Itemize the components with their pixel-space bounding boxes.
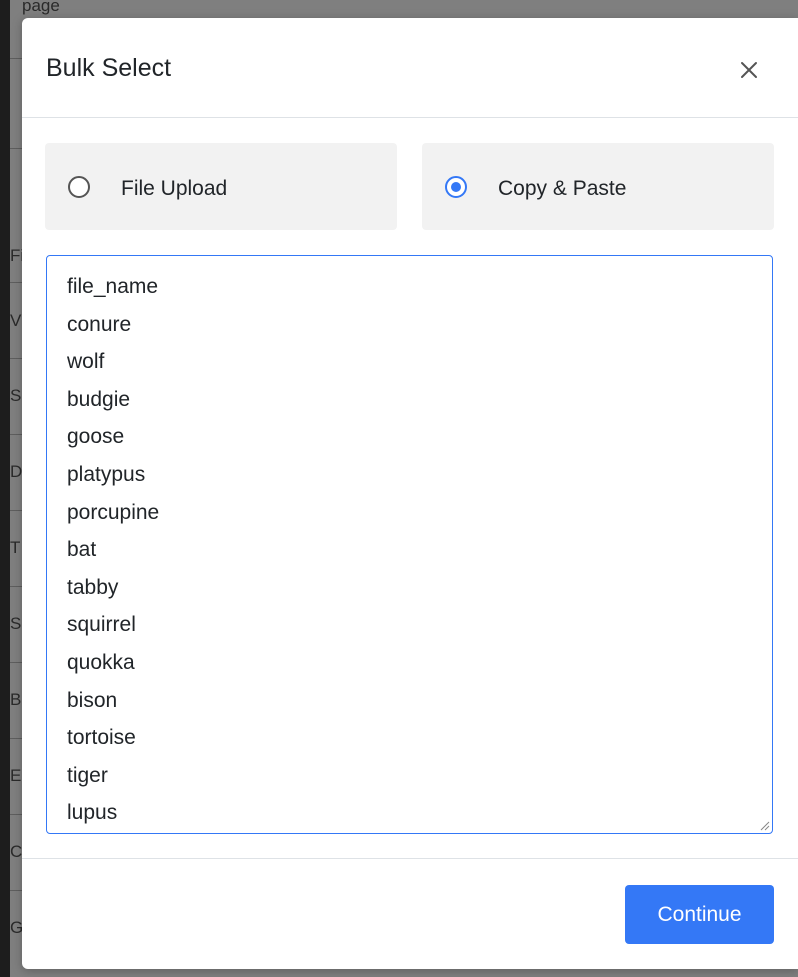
copy-paste-option[interactable]: Copy & Paste <box>422 143 774 230</box>
textarea-line: file_name <box>67 275 159 298</box>
textarea-line: platypus <box>67 462 146 486</box>
copy-paste-radio[interactable] <box>445 176 467 198</box>
textarea-line: bat <box>67 538 97 562</box>
textarea-line: goose <box>67 425 125 449</box>
file-upload-label: File Upload <box>121 177 228 200</box>
modal-header: Bulk Select <box>22 18 798 118</box>
continue-button[interactable]: Continue <box>625 885 774 944</box>
close-icon <box>741 62 757 78</box>
resize-grip-icon[interactable] <box>758 819 770 831</box>
bulk-select-modal: Bulk Select File Upload Copy & Paste fil… <box>22 18 798 969</box>
file-upload-option[interactable]: File Upload <box>45 143 397 230</box>
textarea-line: lupus <box>67 801 118 825</box>
textarea-line: squirrel <box>67 613 136 637</box>
copy-paste-label: Copy & Paste <box>498 177 627 200</box>
textarea-line: bison <box>67 688 118 712</box>
textarea-line: porcupine <box>67 500 160 524</box>
modal-title: Bulk Select <box>46 54 172 82</box>
textarea-line: tabby <box>67 575 119 599</box>
textarea-line: conure <box>67 312 132 336</box>
textarea-line: quokka <box>67 650 135 674</box>
textarea-line: wolf <box>67 350 105 374</box>
close-button[interactable] <box>731 52 767 88</box>
textarea-line: tiger <box>67 763 108 787</box>
paste-textarea[interactable]: file_name conure wolf budgie goose platy… <box>46 255 773 834</box>
textarea-line: budgie <box>67 387 131 411</box>
file-upload-radio[interactable] <box>68 176 90 198</box>
modal-footer: Continue <box>22 858 798 969</box>
textarea-line: tortoise <box>67 726 136 750</box>
